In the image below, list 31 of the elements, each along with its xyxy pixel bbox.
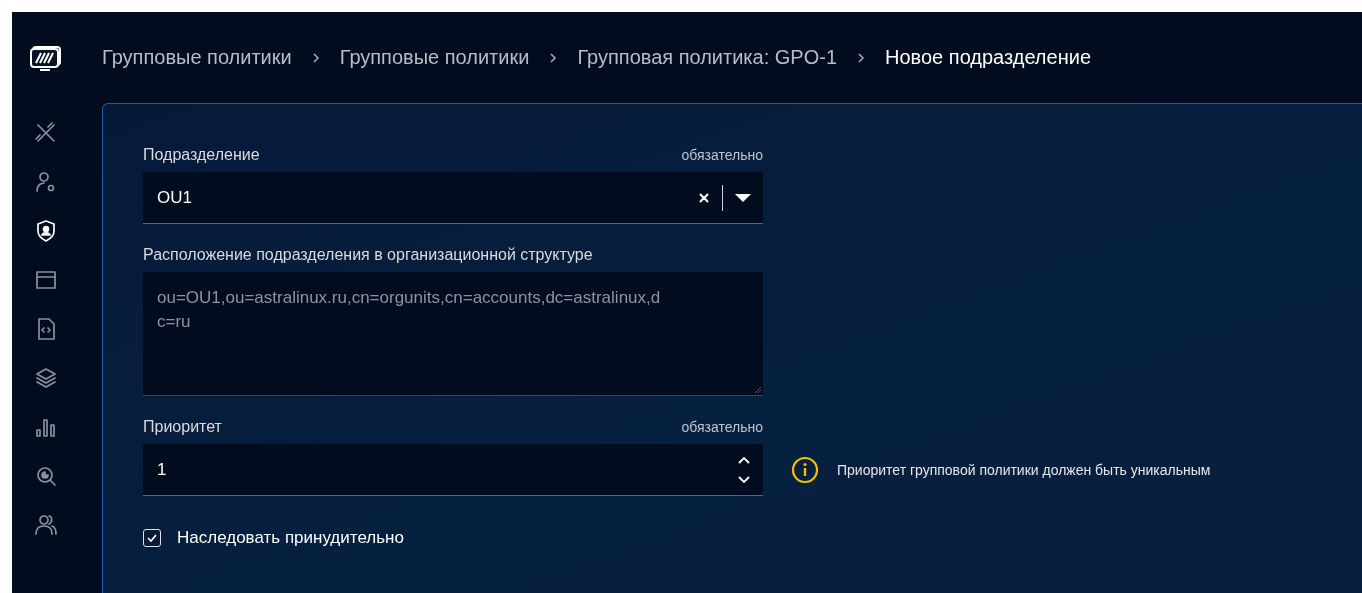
monitor-logo-icon[interactable] — [30, 46, 62, 72]
breadcrumb-link[interactable]: Групповые политики — [339, 46, 530, 69]
info-icon — [791, 456, 819, 484]
required-note: обязательно — [681, 147, 763, 163]
breadcrumb-link[interactable]: Групповые политики — [102, 46, 292, 69]
search-icon[interactable] — [34, 464, 58, 488]
checkbox[interactable] — [143, 529, 161, 547]
select-field[interactable]: OU1 — [143, 172, 763, 224]
required-note: обязательно — [681, 419, 763, 435]
number-field[interactable]: 1 — [143, 444, 763, 496]
tools-icon[interactable] — [34, 121, 58, 145]
field-label: Приоритет — [143, 418, 222, 436]
select-value: OU1 — [157, 187, 193, 208]
breadcrumb-link[interactable]: Групповая политика: GPO-1 — [577, 46, 838, 69]
text-area[interactable]: ou=OU1,ou=astralinux.ru,cn=orgunits,cn=accounts,dc=astralinux,dc=ru — [143, 272, 763, 396]
chevron-right-icon — [549, 51, 558, 64]
window-icon[interactable] — [34, 268, 58, 292]
users-icon[interactable] — [34, 513, 58, 537]
checkmark-icon — [146, 532, 158, 544]
resize-grip-icon[interactable] — [754, 386, 762, 394]
chevron-right-icon — [857, 51, 866, 64]
caret-down-icon[interactable] — [735, 193, 751, 202]
layers-icon[interactable] — [34, 366, 58, 390]
hint-text: Приоритет групповой политики должен быть уникальным — [837, 462, 1211, 478]
current-page-title: Новое подразделение — [885, 46, 1091, 69]
close-icon[interactable] — [698, 191, 710, 204]
shield-user-icon[interactable] — [34, 219, 58, 243]
checkbox-label: Наследовать принудительно — [177, 528, 404, 548]
field-label: Подразделение — [143, 146, 260, 164]
field-label: Расположение подразделения в организационной структуре — [143, 246, 593, 264]
chevron-right-icon — [311, 51, 320, 64]
